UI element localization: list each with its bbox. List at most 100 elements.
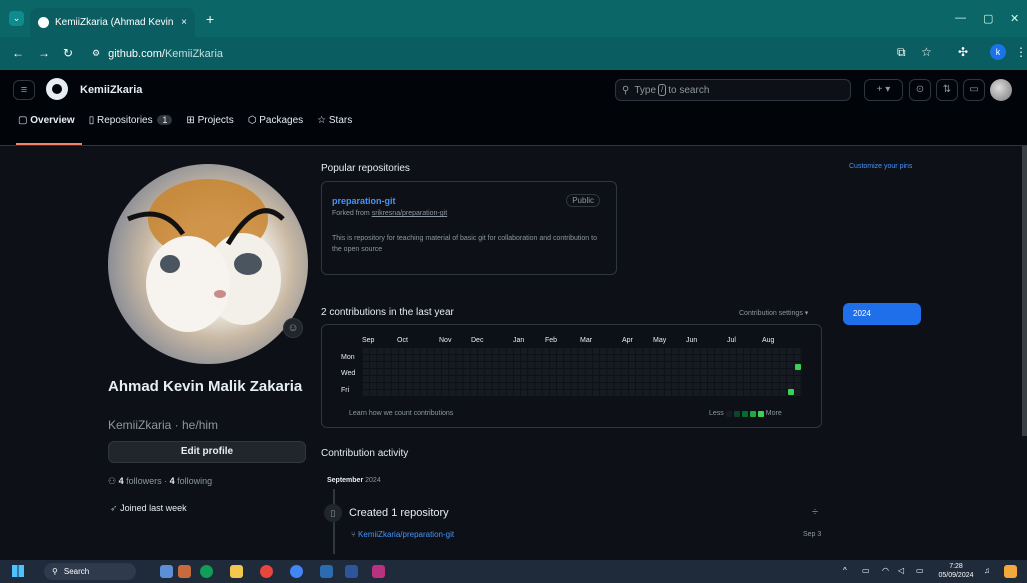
followers-line[interactable]: ⚇ 4 followers · 4 following (108, 476, 212, 487)
file-explorer-icon[interactable] (230, 565, 243, 578)
month-label: Apr (622, 337, 633, 344)
day-label: Fri (341, 387, 350, 394)
visibility-badge: Public (566, 194, 600, 207)
profile-nav: ▢ Overview ▯ Repositories 1 ⊞ Projects ⬡… (18, 115, 352, 126)
github-logo-icon[interactable] (46, 78, 68, 100)
tab-projects[interactable]: ⊞ Projects (186, 115, 233, 126)
edit-profile-button[interactable]: Edit profile (108, 441, 306, 463)
page-scrollbar[interactable] (1022, 146, 1027, 436)
extensions-icon[interactable]: ✣ (958, 45, 968, 59)
notification-bell-icon[interactable]: ♫ (984, 566, 990, 575)
contribution-cells[interactable] (362, 347, 802, 396)
month-label: Aug (762, 337, 775, 344)
tab-packages[interactable]: ⬡ Packages (248, 115, 303, 126)
table-icon: ⊞ (186, 115, 195, 126)
repo-name-link[interactable]: preparation-git (332, 196, 396, 206)
year-button-2024[interactable]: 2024 (843, 303, 921, 325)
search-icon: ⚲ (52, 567, 58, 576)
popular-repos-title: Popular repositories (321, 163, 410, 174)
tray-chevron-icon[interactable]: ^ (843, 566, 847, 575)
activity-month-heading: September 2024 (327, 477, 381, 484)
vscode-icon[interactable] (320, 565, 333, 578)
tab-search-button[interactable]: ⌄ (9, 11, 24, 26)
close-window-icon[interactable]: ✕ (1010, 12, 1019, 25)
tab-repositories[interactable]: ▯ Repositories 1 (89, 115, 173, 126)
repo-description: This is repository for teaching material… (332, 235, 597, 253)
tab-overview[interactable]: ▢ Overview (18, 115, 75, 126)
site-info-icon[interactable]: ⚙ (92, 48, 100, 59)
month-label: Feb (545, 337, 558, 344)
screen: ⌄ KemiiZkaria (Ahmad Kevin Mali × + — ▢ … (0, 0, 1027, 583)
user-avatar[interactable] (990, 79, 1012, 101)
active-tab-indicator (16, 143, 82, 145)
create-new-button[interactable]: + ▾ (864, 79, 903, 101)
canva-icon[interactable] (372, 565, 385, 578)
taskbar-app-icon[interactable] (160, 565, 173, 578)
github-favicon-icon (38, 17, 49, 28)
install-app-icon[interactable]: ⧉ (897, 45, 906, 60)
repo-icon: ▯ (88, 115, 95, 126)
word-icon[interactable] (345, 565, 358, 578)
taskbar-app-icon[interactable] (178, 565, 191, 578)
search-icon: ⚲ (622, 84, 630, 96)
wifi-icon[interactable]: ◠ (882, 566, 889, 575)
new-tab-button[interactable]: + (206, 11, 214, 27)
month-label: Nov (439, 337, 452, 344)
copilot-icon[interactable] (1004, 565, 1017, 578)
contribution-settings-dropdown[interactable]: Contribution settings ▾ (739, 309, 808, 317)
month-label: Dec (471, 337, 484, 344)
restore-icon[interactable]: ▢ (983, 12, 993, 25)
day-label: Wed (341, 370, 356, 377)
repo-card: preparation-git Public Forked from srikr… (321, 181, 617, 275)
contribution-cell-active[interactable] (788, 389, 794, 395)
profile-avatar[interactable] (108, 164, 308, 364)
followers-label: followers · (126, 476, 170, 486)
expand-icon[interactable]: ÷ (812, 506, 818, 518)
issues-icon[interactable]: ⊙ (909, 79, 931, 101)
pull-requests-icon[interactable]: ⇅ (936, 79, 958, 101)
header-username[interactable]: KemiiZkaria (80, 84, 142, 96)
keyboard-icon[interactable]: ▭ (862, 566, 870, 575)
month-label: Jul (727, 337, 736, 344)
learn-contributions-link[interactable]: Learn how we count contributions (349, 410, 453, 417)
legend-more: More (765, 410, 782, 417)
inbox-icon[interactable]: ▭ (963, 79, 985, 101)
month-label: Sep (362, 337, 375, 344)
contribution-legend: Less More (709, 410, 782, 417)
rocket-icon: ➶ (110, 503, 118, 513)
url-field[interactable]: ⚙ github.com/KemiiZkaria (84, 42, 952, 65)
set-status-icon[interactable]: ☺ (283, 318, 303, 338)
url-domain: github.com/ (108, 47, 165, 60)
chrome-icon[interactable] (260, 565, 273, 578)
customize-pins-link[interactable]: Customize your pins (849, 163, 912, 170)
back-icon[interactable]: ← (12, 46, 24, 60)
browser-menu-icon[interactable]: ⋮ (1015, 45, 1027, 59)
browser-profile-avatar[interactable]: k (990, 44, 1006, 60)
fork-icon: ⑂ (351, 530, 356, 539)
month-label: Oct (397, 337, 408, 344)
github-search-input[interactable]: ⚲ Type / to search (615, 79, 851, 101)
battery-icon[interactable]: ▭ (916, 566, 924, 575)
volume-icon[interactable]: ◁ (898, 566, 904, 575)
bookmark-star-icon[interactable]: ☆ (921, 45, 932, 59)
search-prefix: Type (634, 84, 657, 96)
chrome-profile-icon[interactable] (290, 565, 303, 578)
tab-stars[interactable]: ☆ Stars (317, 115, 352, 126)
reload-icon[interactable]: ↻ (63, 46, 73, 60)
repo-icon: ▯ (324, 504, 342, 522)
hamburger-menu-icon[interactable]: ≡ (13, 80, 35, 100)
taskbar-search[interactable]: ⚲ Search (44, 563, 136, 580)
whatsapp-icon[interactable] (200, 565, 213, 578)
taskbar-clock[interactable]: 7:28 05/09/2024 (936, 562, 976, 580)
minimize-icon[interactable]: — (955, 12, 966, 24)
forward-icon[interactable]: → (38, 46, 50, 60)
windows-start-icon[interactable] (12, 565, 24, 577)
contribution-cell-active[interactable] (795, 364, 801, 370)
forked-from-link[interactable]: srikresna/preparation-git (372, 210, 447, 217)
browser-tab[interactable]: KemiiZkaria (Ahmad Kevin Mali × (30, 8, 195, 37)
day-label: Mon (341, 354, 355, 361)
activity-repo-link[interactable]: ⑂ KemiiZkaria/preparation-git (351, 530, 454, 539)
legend-swatch (749, 410, 756, 417)
tab-close-icon[interactable]: × (181, 17, 187, 28)
legend-swatch (733, 410, 740, 417)
